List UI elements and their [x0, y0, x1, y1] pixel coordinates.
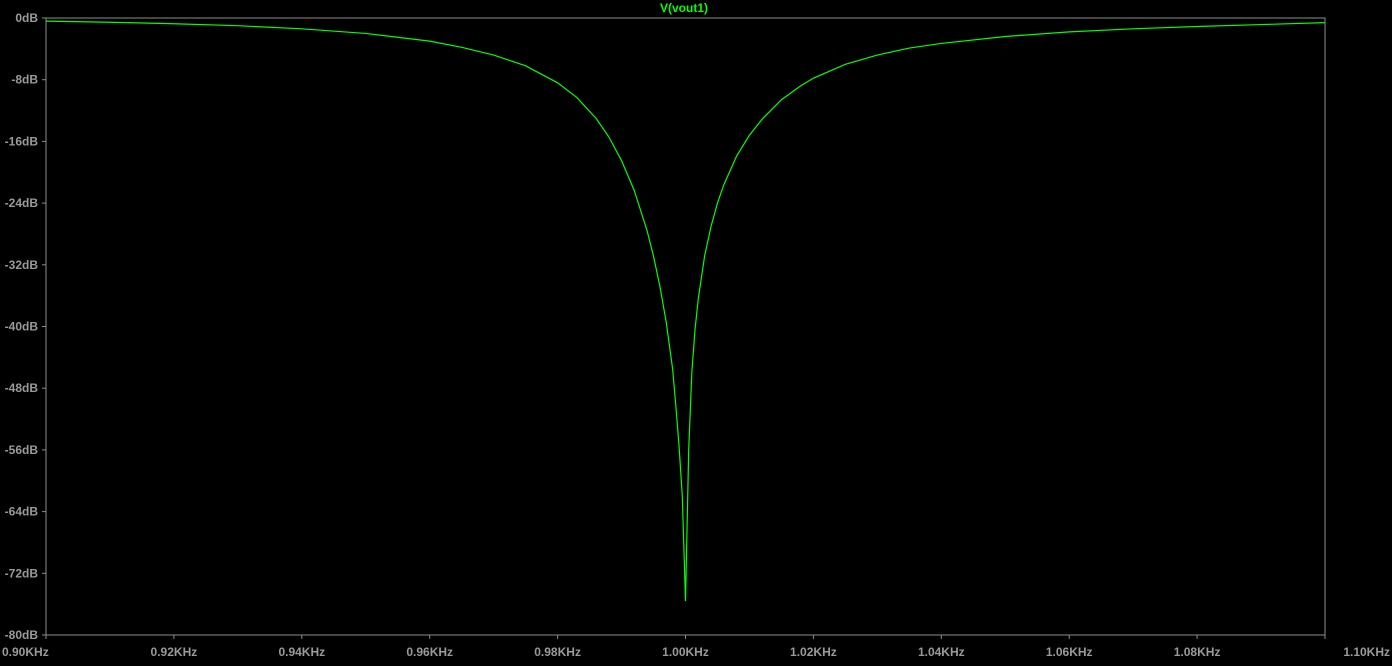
x-tick-label: 0.90KHz: [2, 645, 49, 659]
y-tick-label: -80dB: [5, 628, 39, 642]
x-tick-label: 0.98KHz: [534, 645, 581, 659]
x-tick-label: 0.94KHz: [278, 645, 325, 659]
x-axis: 0.90KHz 0.92KHz 0.94KHz 0.96KHz 0.98KHz 1.00K…: [2, 635, 1390, 659]
y-tick-label: -40dB: [5, 320, 39, 334]
y-axis: 0dB -8dB -16dB -24dB -32dB -40dB -48dB -56dB -64…: [5, 11, 46, 642]
plot-area-frame: [45, 17, 1326, 636]
x-tick-label: 1.10KHz: [1343, 645, 1390, 659]
y-tick-label: -48dB: [5, 381, 39, 395]
y-tick-label: -8dB: [11, 73, 38, 87]
y-tick-label: -32dB: [5, 258, 39, 272]
plot-window: V(vout1) 0.90KHz 0.92KHz 0.94KHz 0.96KHz 0.9…: [0, 0, 1392, 661]
y-tick-label: -64dB: [5, 505, 39, 519]
x-tick-label: 1.02KHz: [790, 645, 837, 659]
x-tick-label: 1.04KHz: [918, 645, 965, 659]
y-tick-label: -16dB: [5, 134, 39, 148]
series-label-vout1[interactable]: V(vout1): [660, 1, 708, 15]
x-tick-label: 0.92KHz: [151, 645, 198, 659]
y-tick-label: -24dB: [5, 196, 39, 210]
y-tick-label: -72dB: [5, 566, 39, 580]
x-tick-label: 0.96KHz: [406, 645, 453, 659]
frequency-response-chart: V(vout1) 0.90KHz 0.92KHz 0.94KHz 0.96KHz 0.9…: [2, 1, 1390, 659]
x-tick-label: 1.08KHz: [1174, 645, 1221, 659]
trace-vout1[interactable]: [45, 20, 1326, 602]
x-tick-label: 1.00KHz: [662, 645, 709, 659]
y-tick-label: -56dB: [5, 443, 39, 457]
x-tick-label: 1.06KHz: [1046, 645, 1093, 659]
y-tick-label: 0dB: [15, 11, 38, 25]
